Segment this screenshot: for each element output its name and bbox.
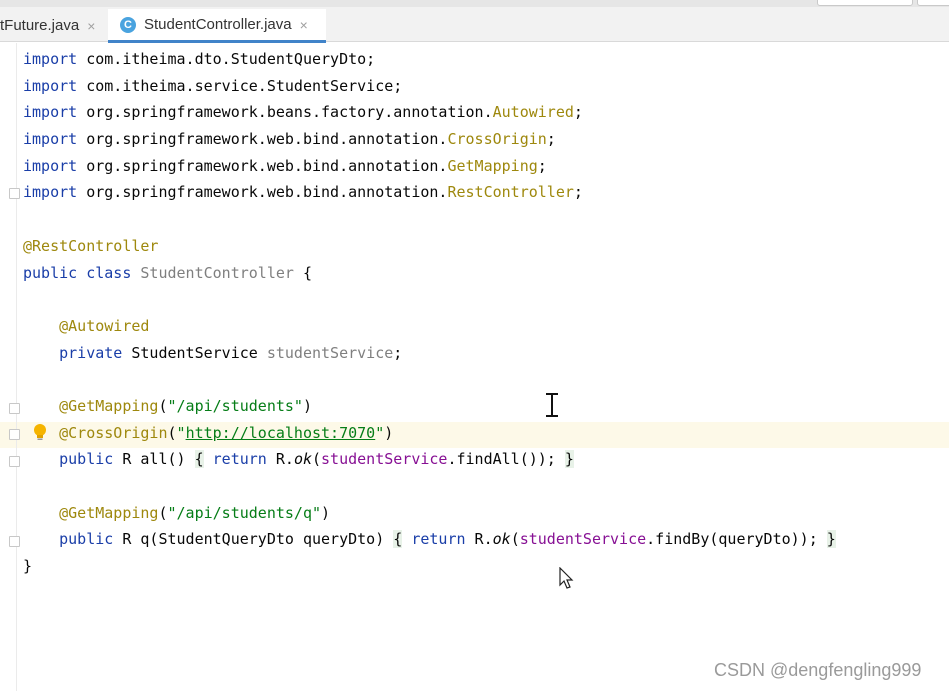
- class-icon: C: [120, 16, 136, 33]
- tab-label: StudentController.java: [144, 16, 292, 33]
- code-line-16: public R all() { return R.ok(studentServ…: [59, 450, 574, 469]
- mouse-pointer-icon: [559, 567, 574, 589]
- fold-marker-icon[interactable]: [9, 403, 20, 414]
- code-line-6: import org.springframework.web.bind.anno…: [23, 183, 583, 202]
- tab-future-java[interactable]: tFuture.java ×: [0, 9, 102, 42]
- code-editor[interactable]: import com.itheima.dto.StudentQueryDto; …: [0, 43, 949, 691]
- url-link[interactable]: http://localhost:7070: [186, 424, 376, 442]
- fold-marker-icon[interactable]: [9, 536, 20, 547]
- code-line-15: @CrossOrigin("http://localhost:7070"): [59, 423, 394, 442]
- code-line-18: @GetMapping("/api/students/q"): [59, 503, 331, 522]
- code-line-19: public R q(StudentQueryDto queryDto) { r…: [59, 530, 836, 549]
- code-line-20: }: [23, 557, 33, 576]
- tab-label: tFuture.java: [0, 17, 80, 34]
- watermark-text: CSDN @dengfengling999: [714, 660, 922, 680]
- fold-marker-icon[interactable]: [9, 188, 20, 199]
- code-line-14: @GetMapping("/api/students"): [59, 396, 312, 415]
- toolbar-widget[interactable]: [817, 0, 913, 6]
- code-line-1: import com.itheima.dto.StudentQueryDto;: [23, 50, 376, 68]
- code-line-8: @RestController: [23, 236, 159, 255]
- editor-tab-bar: tFuture.java × C StudentController.java …: [0, 0, 949, 43]
- code-line-5: import org.springframework.web.bind.anno…: [23, 156, 547, 175]
- code-line-3: import org.springframework.beans.factory…: [23, 103, 583, 122]
- code-line-2: import com.itheima.service.StudentServic…: [23, 76, 403, 95]
- code-line-12: private StudentService studentService;: [59, 343, 403, 362]
- tab-student-controller-java[interactable]: C StudentController.java ×: [108, 9, 326, 43]
- close-icon[interactable]: ×: [87, 18, 95, 34]
- text-cursor-icon: [546, 393, 558, 417]
- fold-marker-icon[interactable]: [9, 456, 20, 467]
- toolbar-widget-2[interactable]: [917, 0, 949, 6]
- code-area[interactable]: import com.itheima.dto.StudentQueryDto; …: [23, 46, 943, 580]
- fold-marker-icon[interactable]: [9, 429, 20, 440]
- code-line-4: import org.springframework.web.bind.anno…: [23, 130, 556, 149]
- toolbar-strip: [0, 0, 949, 7]
- close-icon[interactable]: ×: [300, 17, 308, 33]
- code-line-11: @Autowired: [59, 316, 150, 335]
- gutter-separator: [16, 43, 17, 691]
- code-line-9: public class StudentController {: [23, 263, 312, 282]
